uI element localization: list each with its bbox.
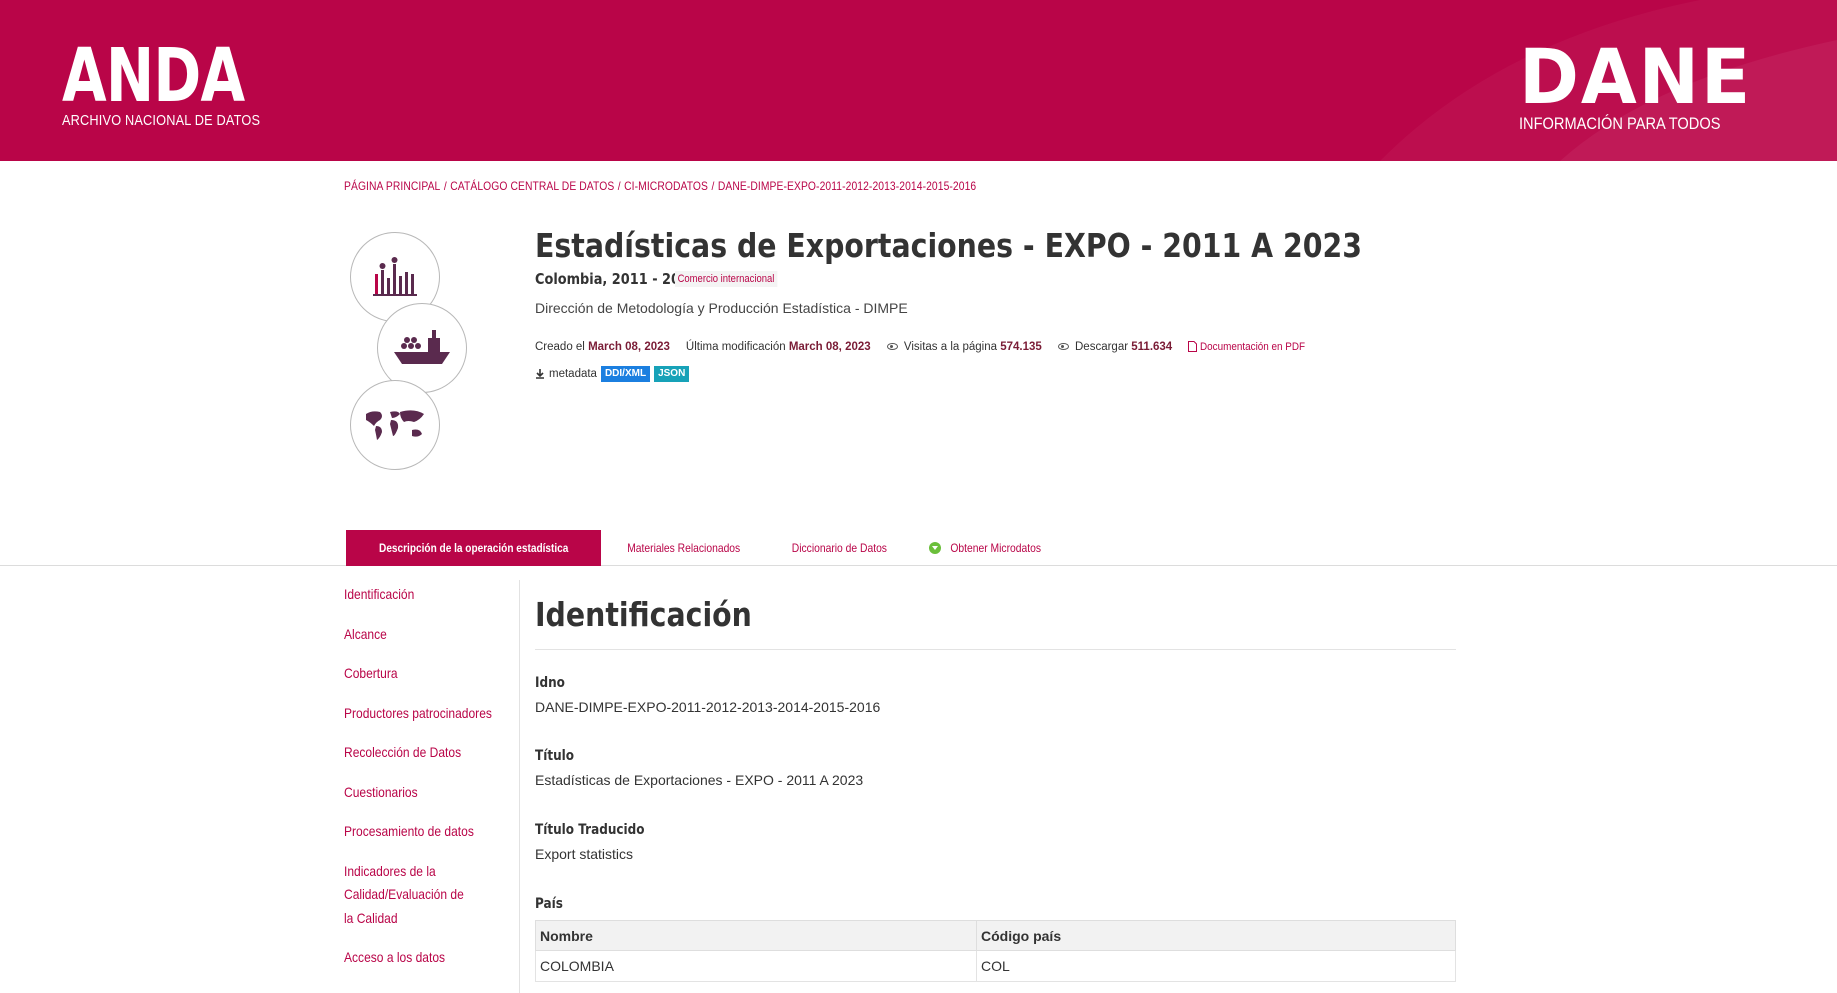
- tab-description[interactable]: Descripción de la operación estadística: [346, 530, 602, 566]
- downloads-value: 511.634: [1131, 341, 1173, 353]
- section-divider: [535, 649, 1456, 650]
- created-label: Creado el: [535, 341, 585, 353]
- breadcrumb-catalog[interactable]: CATÁLOGO CENTRAL DE DATOS: [450, 179, 614, 193]
- modified-label: Última modificación: [685, 341, 786, 353]
- breadcrumb-home[interactable]: PÁGINA PRINCIPAL: [344, 179, 440, 193]
- field-label: País: [535, 896, 563, 912]
- pdf-file-icon: [1188, 341, 1198, 353]
- field-pais: País: [535, 896, 567, 912]
- study-subtitle-row: Colombia, 2011 - 2023 Comercio internaci…: [535, 270, 794, 288]
- study-meta-row: Creado el March 08, 2023 Última modifica…: [535, 341, 1317, 353]
- tab-related-materials[interactable]: Materiales Relacionados: [601, 530, 766, 566]
- table-row: COLOMBIA COL: [535, 950, 1456, 982]
- ddi-xml-badge[interactable]: DDI/XML: [600, 366, 651, 382]
- sidebar-item-calidad[interactable]: Indicadores de la Calidad/Evaluación de …: [344, 860, 473, 931]
- sidebar-item-procesamiento[interactable]: Procesamiento de datos: [344, 820, 490, 844]
- table-cell: COL: [976, 950, 1456, 982]
- study-title: Estadísticas de Exportaciones - EXPO - 2…: [535, 226, 1362, 265]
- world-map-icon: [366, 410, 424, 440]
- main-content: Identificación Idno DANE-DIMPE-EXPO-2011…: [535, 595, 1456, 982]
- tab-label: Obtener Microdatos: [949, 541, 1041, 555]
- views-info: Visitas a la página 574.135: [886, 341, 1042, 353]
- metadata-label: metadata: [549, 368, 597, 380]
- downloads-label: Descargar: [1075, 341, 1129, 353]
- sidebar-item-cobertura[interactable]: Cobertura: [344, 662, 490, 686]
- topic-circle-world: [350, 380, 440, 470]
- column-header-codigo-pais: Código país: [976, 920, 1456, 951]
- sidebar-item-identificacion[interactable]: Identificación: [344, 583, 490, 607]
- breadcrumb-separator: /: [617, 179, 621, 193]
- study-country-years: Colombia, 2011 - 2023: [535, 270, 698, 288]
- anda-logo-subtitle: ARCHIVO NACIONAL DE DATOS: [62, 112, 261, 129]
- sidebar-item-cuestionarios[interactable]: Cuestionarios: [344, 781, 490, 805]
- created-value: March 08, 2023: [588, 341, 670, 353]
- download-icon: [536, 369, 544, 379]
- download-circle-icon: [928, 542, 941, 554]
- pdf-documentation-label: Documentación en PDF: [1200, 341, 1306, 353]
- sidebar-item-productores[interactable]: Productores patrocinadores: [344, 702, 492, 726]
- topic-tag[interactable]: Comercio internacional: [675, 271, 777, 287]
- created-info: Creado el March 08, 2023: [535, 341, 670, 353]
- tab-label: Materiales Relacionados: [627, 541, 741, 555]
- table-header-row: Nombre Código país: [535, 920, 1456, 951]
- modified-value: March 08, 2023: [788, 341, 871, 353]
- sidebar-item-recoleccion[interactable]: Recolección de Datos: [344, 741, 490, 765]
- eye-icon: [886, 343, 898, 351]
- field-titulo-traducido: Título Traducido Export statistics: [535, 822, 662, 862]
- anda-logo-title: ANDA: [62, 33, 245, 119]
- eye-icon: [1057, 343, 1069, 351]
- pdf-documentation-link[interactable]: Documentación en PDF: [1188, 341, 1317, 353]
- sidebar-item-alcance[interactable]: Alcance: [344, 623, 490, 647]
- breadcrumb-study[interactable]: DANE-DIMPE-EXPO-2011-2012-2013-2014-2015…: [718, 179, 976, 193]
- cargo-ship-icon: [394, 330, 450, 364]
- site-header: ANDA ARCHIVO NACIONAL DE DATOS DANE INFO…: [0, 0, 1837, 161]
- modified-info: Última modificación March 08, 2023: [686, 341, 871, 353]
- bar-chart-icon: [373, 257, 417, 296]
- tab-data-dictionary[interactable]: Diccionario de Datos: [767, 530, 912, 566]
- breadcrumb-separator: /: [443, 179, 447, 193]
- field-value: Estadísticas de Exportaciones - EXPO - 2…: [535, 772, 864, 788]
- field-label: Título Traducido: [535, 822, 645, 838]
- section-sidebar: Identificación Alcance Cobertura Product…: [344, 583, 514, 986]
- field-titulo: Título Estadísticas de Exportaciones - E…: [535, 748, 863, 788]
- metadata-row: metadata DDI/XML JSON: [535, 366, 690, 382]
- table-cell: COLOMBIA: [535, 950, 977, 982]
- field-label: Título: [535, 748, 575, 764]
- tab-label: Descripción de la operación estadística: [379, 541, 569, 555]
- field-value: Export statistics: [535, 846, 634, 862]
- sidebar-divider: [519, 580, 520, 993]
- dane-logo-subtitle: INFORMACIÓN PARA TODOS: [1519, 114, 1721, 133]
- breadcrumb-collection[interactable]: CI-MICRODATOS: [624, 179, 708, 193]
- anda-logo[interactable]: ANDA ARCHIVO NACIONAL DE DATOS: [62, 36, 296, 129]
- views-label: Visitas a la página: [903, 341, 998, 353]
- column-header-nombre: Nombre: [535, 920, 977, 951]
- field-idno: Idno DANE-DIMPE-EXPO-2011-2012-2013-2014…: [535, 675, 880, 715]
- downloads-info: Descargar 511.634: [1057, 341, 1173, 353]
- section-title: Identificación: [535, 595, 752, 634]
- field-value: DANE-DIMPE-EXPO-2011-2012-2013-2014-2015…: [535, 699, 881, 715]
- country-table: Nombre Código país COLOMBIA COL: [535, 920, 1456, 982]
- views-value: 574.135: [1000, 341, 1042, 353]
- field-label: Idno: [535, 675, 565, 691]
- tab-label: Diccionario de Datos: [791, 541, 887, 555]
- json-badge[interactable]: JSON: [654, 366, 690, 382]
- study-agency: Dirección de Metodología y Producción Es…: [535, 300, 908, 316]
- dane-logo[interactable]: DANE INFORMACIÓN PARA TODOS: [1519, 32, 1764, 134]
- dane-logo-title: DANE: [1519, 32, 1753, 121]
- breadcrumb-separator: /: [711, 179, 715, 193]
- breadcrumb: PÁGINA PRINCIPAL / CATÁLOGO CENTRAL DE DAT…: [344, 179, 976, 193]
- tab-get-microdata[interactable]: Obtener Microdatos: [912, 530, 1065, 566]
- sidebar-item-acceso[interactable]: Acceso a los datos: [344, 946, 490, 970]
- study-tabs: Descripción de la operación estadística …: [346, 530, 1065, 566]
